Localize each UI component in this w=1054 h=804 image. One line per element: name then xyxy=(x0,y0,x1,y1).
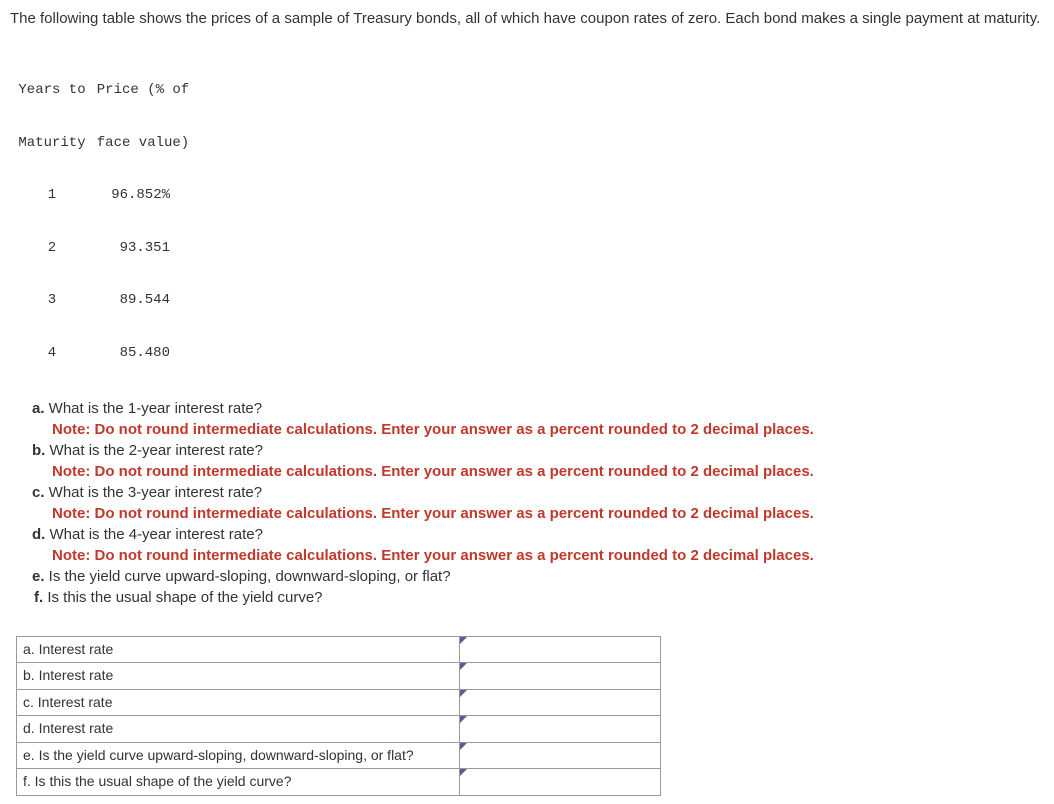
table-row: 1 96.852% xyxy=(16,187,1044,205)
q-text: What is the 1-year interest rate? xyxy=(45,400,263,417)
answer-input-e[interactable] xyxy=(460,742,661,769)
q-text: What is the 4-year interest rate? xyxy=(45,526,263,543)
answer-input-f[interactable] xyxy=(460,769,661,796)
answer-input-a[interactable] xyxy=(460,636,661,663)
answer-row-d: d. Interest rate xyxy=(17,716,661,743)
table-row: 4 85.480 xyxy=(16,345,1044,363)
answer-input-b[interactable] xyxy=(460,663,661,690)
q-text: What is the 3-year interest rate? xyxy=(45,484,263,501)
q-letter: e. xyxy=(32,568,45,585)
q-letter: d. xyxy=(32,526,45,543)
note-a: Note: Do not round intermediate calculat… xyxy=(32,419,1044,440)
cell-year: 4 xyxy=(16,345,88,363)
table-header-price-2: face value) xyxy=(88,135,198,153)
cell-year: 3 xyxy=(16,292,88,310)
question-d: d. What is the 4-year interest rate? xyxy=(32,524,1044,545)
answer-row-c: c. Interest rate xyxy=(17,689,661,716)
question-e: e. Is the yield curve upward-sloping, do… xyxy=(32,566,1044,587)
answer-label-f: f. Is this the usual shape of the yield … xyxy=(17,769,460,796)
answer-input-d[interactable] xyxy=(460,716,661,743)
question-c: c. What is the 3-year interest rate? xyxy=(32,482,1044,503)
answer-row-a: a. Interest rate xyxy=(17,636,661,663)
q-text: Is the yield curve upward-sloping, downw… xyxy=(45,568,451,585)
q-letter: a. xyxy=(32,400,45,417)
intro-text: The following table shows the prices of … xyxy=(10,8,1044,29)
q-letter: b. xyxy=(32,442,45,459)
table-header-years-1: Years to xyxy=(16,82,88,100)
answer-row-b: b. Interest rate xyxy=(17,663,661,690)
answer-label-a: a. Interest rate xyxy=(17,636,460,663)
cell-price: 89.544 xyxy=(88,292,198,310)
note-c: Note: Do not round intermediate calculat… xyxy=(32,503,1044,524)
answer-label-b: b. Interest rate xyxy=(17,663,460,690)
answer-label-d: d. Interest rate xyxy=(17,716,460,743)
answer-label-e: e. Is the yield curve upward-sloping, do… xyxy=(17,742,460,769)
table-header-years-2: Maturity xyxy=(16,135,88,153)
cell-price: 96.852% xyxy=(88,187,198,205)
answer-input-c[interactable] xyxy=(460,689,661,716)
cell-price: 85.480 xyxy=(88,345,198,363)
question-list: a. What is the 1-year interest rate? Not… xyxy=(32,398,1044,608)
note-b: Note: Do not round intermediate calculat… xyxy=(32,461,1044,482)
answer-row-e: e. Is the yield curve upward-sloping, do… xyxy=(17,742,661,769)
question-f: f. Is this the usual shape of the yield … xyxy=(34,587,1044,608)
q-letter: c. xyxy=(32,484,45,501)
cell-year: 2 xyxy=(16,240,88,258)
answer-table: a. Interest rate b. Interest rate c. Int… xyxy=(16,636,661,797)
table-header-price-1: Price (% of xyxy=(88,82,198,100)
answer-row-f: f. Is this the usual shape of the yield … xyxy=(17,769,661,796)
table-row: 2 93.351 xyxy=(16,240,1044,258)
cell-year: 1 xyxy=(16,187,88,205)
q-letter: f. xyxy=(34,589,43,606)
q-text: Is this the usual shape of the yield cur… xyxy=(43,589,322,606)
question-b: b. What is the 2-year interest rate? xyxy=(32,440,1044,461)
note-d: Note: Do not round intermediate calculat… xyxy=(32,545,1044,566)
cell-price: 93.351 xyxy=(88,240,198,258)
question-a: a. What is the 1-year interest rate? xyxy=(32,398,1044,419)
q-text: What is the 2-year interest rate? xyxy=(45,442,263,459)
table-row: 3 89.544 xyxy=(16,292,1044,310)
bond-price-table: Years to Price (% of Maturity face value… xyxy=(16,47,1044,380)
answer-label-c: c. Interest rate xyxy=(17,689,460,716)
